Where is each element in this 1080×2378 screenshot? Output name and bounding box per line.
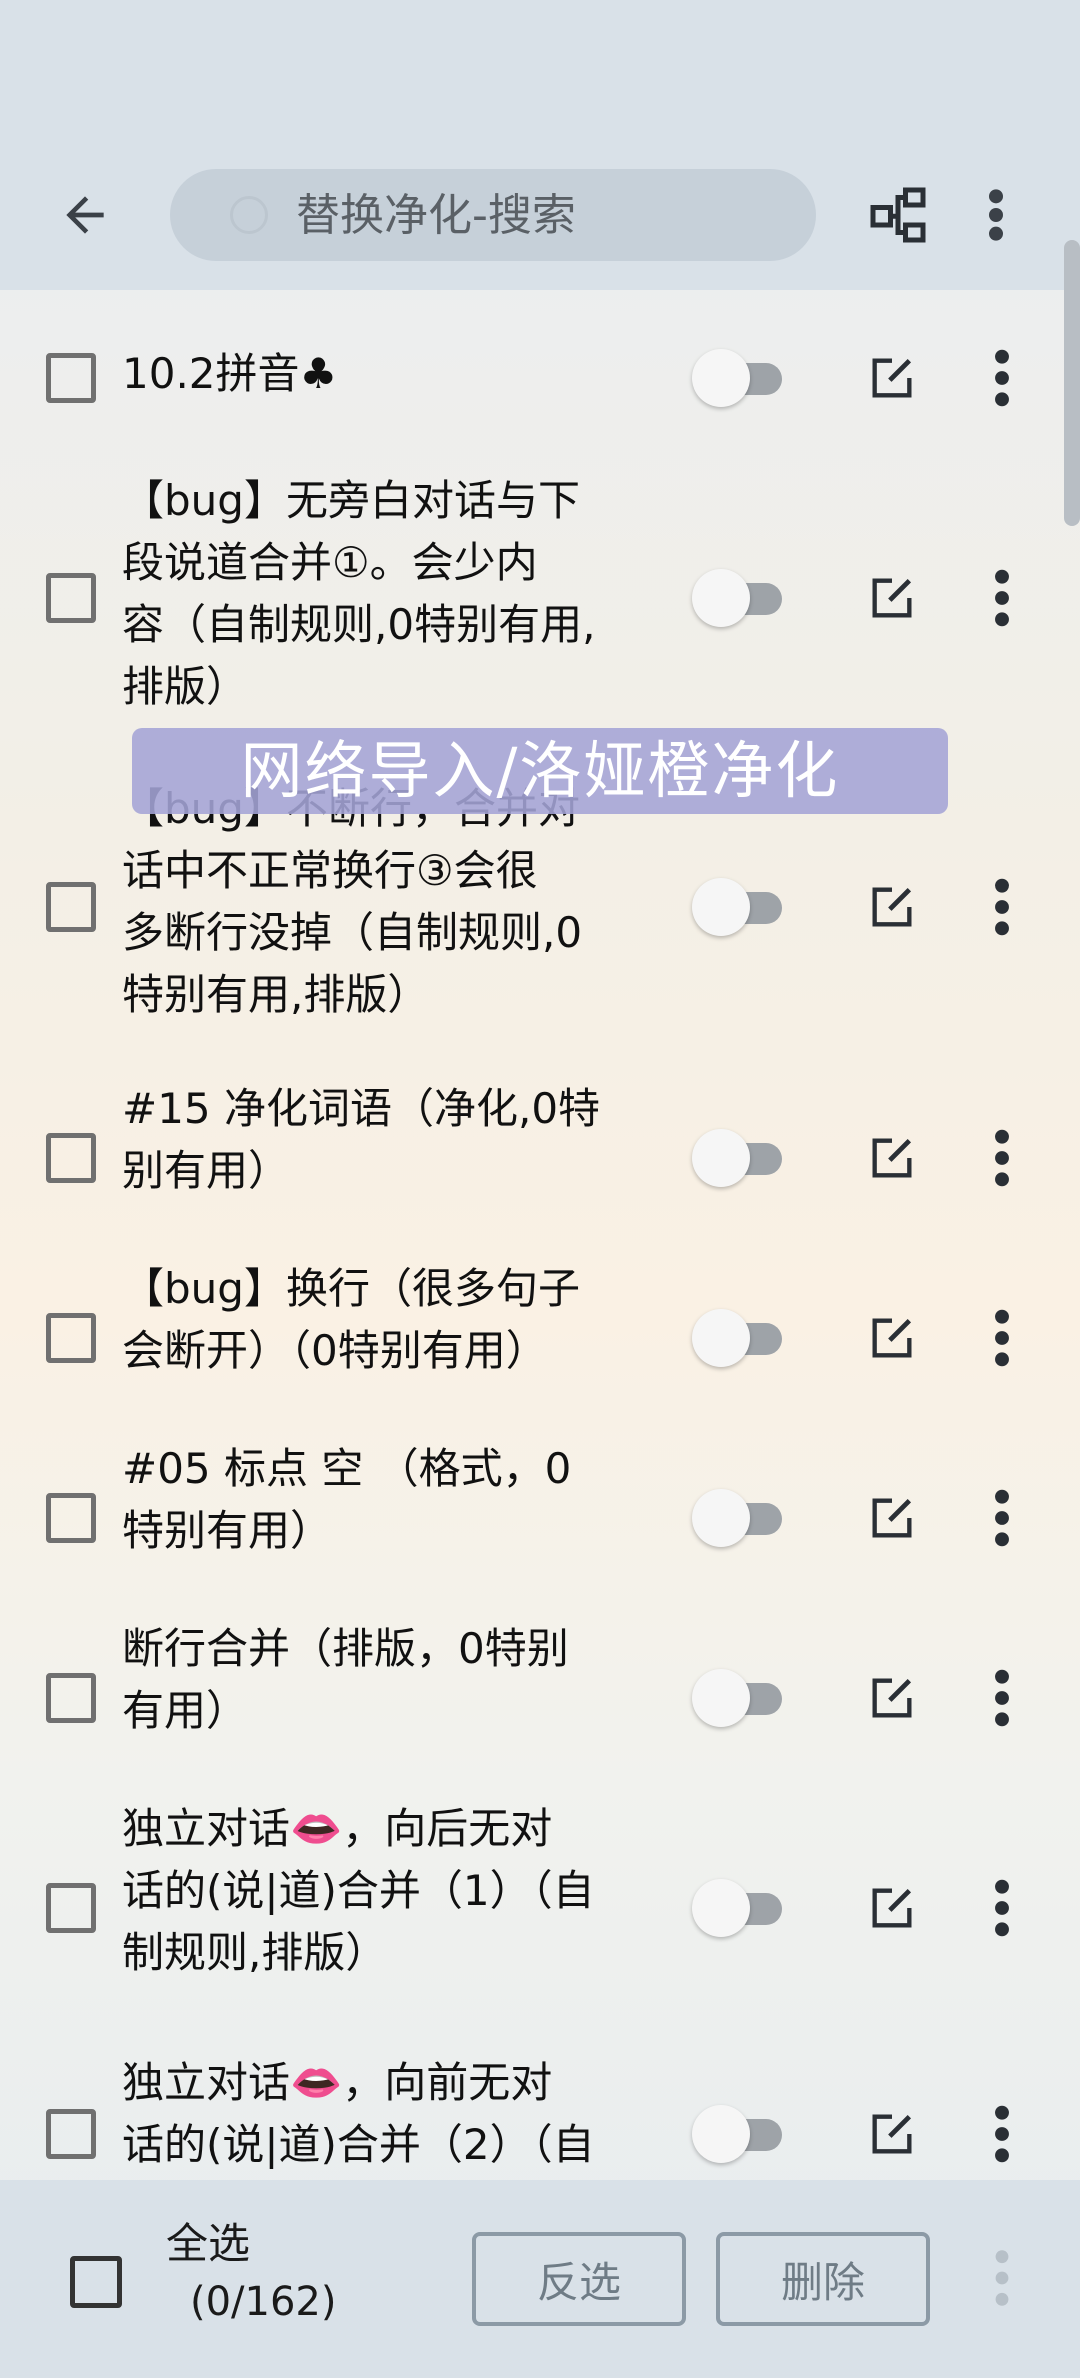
rule-label: 断行合并（排版，0特别 有用） [122,1624,569,1735]
rule-label: 独立对话👄，向后无对 话的(说|道)合并（1）（自 制规则,排版） [122,1804,595,1977]
rule-toggle[interactable] [692,1487,788,1549]
edit-icon[interactable] [866,1312,918,1364]
row-checkbox[interactable] [46,1133,96,1183]
edit-icon[interactable] [866,881,918,933]
more-vertical-icon [989,189,1003,241]
edit-icon[interactable] [866,1132,918,1184]
edit-icon[interactable] [866,1492,918,1544]
rule-label: 【bug】换行（很多句子 会断开）（0特别有用） [122,1264,580,1375]
delete-button[interactable]: 删除 [716,2232,930,2326]
row-checkbox[interactable] [46,882,96,932]
list-item: 【bug】换行（很多句子 会断开）（0特别有用） [0,1228,1080,1408]
group-icon [870,187,926,243]
rule-toggle[interactable] [692,1307,788,1369]
edit-icon[interactable] [866,352,918,404]
search-indicator-icon [230,196,268,234]
rule-toggle[interactable] [692,1667,788,1729]
invert-selection-button[interactable]: 反选 [472,2232,686,2326]
scrollbar[interactable] [1064,240,1080,526]
more-vertical-icon[interactable] [976,1486,1028,1550]
row-checkbox[interactable] [46,353,96,403]
search-input[interactable] [296,189,756,241]
more-vertical-icon[interactable] [976,1876,1028,1940]
rule-toggle[interactable] [692,567,788,629]
more-vertical-icon[interactable] [976,875,1028,939]
rule-label: 【bug】不断行，合并对 话中不正常换行③会很 多断行没掉（自制规则,0 特别有… [122,784,583,1019]
rule-toggle[interactable] [692,1877,788,1939]
rule-toggle[interactable] [692,347,788,409]
watermark-banner: 网络导入/洛娅橙净化 [132,728,948,814]
rule-label: 10.2拼音♣ [122,349,338,398]
rule-label: 【bug】无旁白对话与下 段说道合并①。会少内 容（自制规则,0特别有用, 排版… [122,476,596,711]
back-button[interactable] [0,140,170,290]
group-button[interactable] [838,140,958,290]
list-item: #05 标点 空 （格式，0 特别有用） [0,1408,1080,1588]
row-checkbox[interactable] [46,1493,96,1543]
bottom-action-bar: 全选 (0/162) 反选 删除 [0,2180,1080,2378]
rule-toggle[interactable] [692,876,788,938]
row-checkbox[interactable] [46,1313,96,1363]
list-item: 【bug】无旁白对话与下 段说道合并①。会少内 容（自制规则,0特别有用, 排版… [0,448,1080,748]
rule-list: 10.2拼音♣ 【bug】无旁白对话与下 段说道合并①。会少内 容（自制规则,0… [0,290,1080,2180]
more-vertical-icon[interactable] [976,566,1028,630]
more-vertical-icon[interactable] [984,2246,1020,2310]
row-checkbox[interactable] [46,1883,96,1933]
more-vertical-icon[interactable] [976,1666,1028,1730]
list-item: 独立对话👄，向前无对 话的(说|道)合并（2）（自 [0,2008,1080,2180]
edit-icon[interactable] [866,1672,918,1724]
more-vertical-icon[interactable] [976,1306,1028,1370]
list-item: #15 净化词语（净化,0特 别有用） [0,1048,1080,1228]
edit-icon[interactable] [866,1882,918,1934]
status-bar [0,0,1080,140]
list-item: 独立对话👄，向后无对 话的(说|道)合并（1）（自 制规则,排版） [0,1768,1080,2008]
arrow-left-icon [66,196,104,234]
search-box[interactable] [170,169,816,261]
row-checkbox[interactable] [46,2109,96,2159]
selection-count: (0/162) [190,2279,337,2325]
app-bar [0,140,1080,290]
list-item: 10.2拼音♣ [0,308,1080,448]
select-all-checkbox[interactable] [70,2256,122,2308]
rule-toggle[interactable] [692,2103,788,2165]
rule-label: #05 标点 空 （格式，0 特别有用） [122,1444,572,1555]
edit-icon[interactable] [866,572,918,624]
overflow-menu-button[interactable] [958,140,1034,290]
rule-label: #15 净化词语（净化,0特 别有用） [122,1084,601,1195]
row-checkbox[interactable] [46,573,96,623]
rule-toggle[interactable] [692,1127,788,1189]
select-all-label[interactable]: 全选 [166,2218,250,2270]
more-vertical-icon[interactable] [976,346,1028,410]
row-checkbox[interactable] [46,1673,96,1723]
more-vertical-icon[interactable] [976,1126,1028,1190]
edit-icon[interactable] [866,2108,918,2160]
rule-label: 独立对话👄，向前无对 话的(说|道)合并（2）（自 [122,2058,595,2169]
more-vertical-icon[interactable] [976,2102,1028,2166]
list-item: 断行合并（排版，0特别 有用） [0,1588,1080,1768]
